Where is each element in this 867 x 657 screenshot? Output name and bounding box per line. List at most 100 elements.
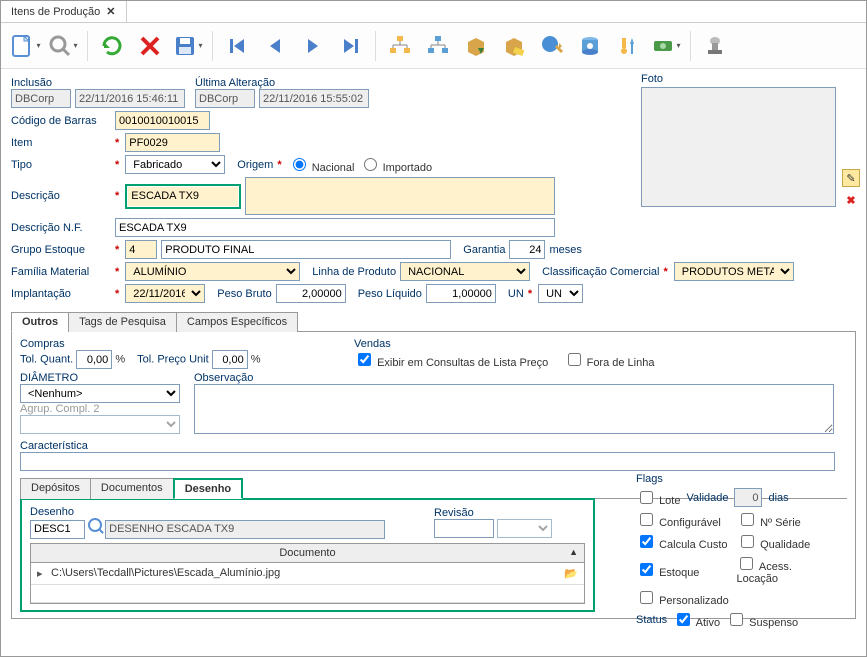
tol-preco-label: Tol. Preço Unit	[137, 354, 209, 366]
lookup-icon[interactable]	[88, 518, 102, 532]
nav-first-button[interactable]	[219, 28, 255, 64]
subtab-documentos[interactable]: Documentos	[90, 478, 174, 499]
revisao-label: Revisão	[434, 507, 474, 519]
nav-next-button[interactable]	[295, 28, 331, 64]
descricao-nf-label: Descrição N.F.	[11, 222, 111, 234]
calcula-custo-checkbox[interactable]: Calcula Custo	[636, 532, 731, 551]
save-button[interactable]: ▾	[170, 28, 206, 64]
tab-campos[interactable]: Campos Específicos	[176, 312, 298, 332]
money-button[interactable]: ▾	[648, 28, 684, 64]
descricao-input[interactable]	[128, 187, 238, 206]
delete-button[interactable]	[132, 28, 168, 64]
subtab-depositos[interactable]: Depósitos	[20, 478, 91, 499]
diametro-label: DIÂMETRO	[20, 372, 78, 384]
box-tag-button[interactable]	[496, 28, 532, 64]
close-icon[interactable]: ✕	[106, 5, 115, 18]
stamp-button[interactable]	[697, 28, 733, 64]
edit-foto-icon[interactable]: ✎	[842, 169, 860, 187]
lote-checkbox[interactable]: Lote	[636, 488, 680, 507]
tipo-select[interactable]: Fabricado	[125, 155, 225, 174]
estoque-checkbox[interactable]: Estoque	[636, 560, 730, 579]
item-input[interactable]	[125, 133, 220, 152]
desenho-code-input[interactable]	[30, 520, 85, 539]
un-label: UN	[508, 288, 524, 300]
peso-bruto-label: Peso Bruto	[217, 288, 271, 300]
grid-header-documento[interactable]: Documento ▲	[31, 544, 584, 563]
tol-quant-label: Tol. Quant.	[20, 354, 73, 366]
tab-outros[interactable]: Outros	[11, 312, 69, 332]
revisao-input[interactable]	[434, 519, 494, 538]
origem-nacional-radio[interactable]: Nacional	[288, 155, 355, 174]
desenho-label: Desenho	[30, 506, 74, 518]
agrup-label: Agrup. Compl. 2	[20, 403, 99, 415]
item-label: Item	[11, 137, 111, 149]
implantacao-label: Implantação	[11, 288, 111, 300]
acess-locacao-checkbox[interactable]: Acess. Locação	[736, 554, 836, 585]
new-button[interactable]: ▾	[7, 28, 43, 64]
cylinder-button[interactable]	[572, 28, 608, 64]
globe-tool-button[interactable]	[534, 28, 570, 64]
personalizado-checkbox[interactable]: Personalizado	[636, 588, 729, 607]
descricao-nf-input[interactable]	[115, 218, 555, 237]
hierarchy-button-2[interactable]	[420, 28, 456, 64]
garantia-input[interactable]	[509, 240, 545, 259]
un-select[interactable]: UN	[538, 284, 583, 303]
dropdown-icon: ▾	[36, 41, 40, 50]
descricao-textarea[interactable]	[245, 177, 555, 215]
caracteristica-input[interactable]	[20, 452, 835, 471]
familia-select[interactable]: ALUMÍNIO	[125, 262, 300, 281]
inclusao-ts	[75, 89, 185, 108]
nav-last-button[interactable]	[333, 28, 369, 64]
sort-icon[interactable]: ▲	[569, 547, 578, 557]
peso-bruto-input[interactable]	[276, 284, 346, 303]
qualidade-checkbox[interactable]: Qualidade	[737, 532, 810, 551]
tab-tags[interactable]: Tags de Pesquisa	[68, 312, 177, 332]
folder-open-icon[interactable]: 📂	[564, 567, 578, 580]
linha-select[interactable]: NACIONAL	[400, 262, 530, 281]
dropdown-icon: ▾	[73, 41, 77, 50]
refresh-button[interactable]	[94, 28, 130, 64]
classificacao-select[interactable]: PRODUTOS METALÚ...	[674, 262, 794, 281]
window-tab[interactable]: Itens de Produção ✕	[1, 1, 127, 22]
implantacao-date[interactable]: 22/11/2016	[125, 284, 205, 303]
linha-label: Linha de Produto	[312, 266, 396, 278]
grupo-estoque-desc[interactable]	[161, 240, 451, 259]
codigo-barras-input[interactable]	[115, 111, 210, 130]
observacao-textarea[interactable]	[194, 384, 834, 434]
origem-importado-radio[interactable]: Importado	[359, 155, 433, 174]
configure-button[interactable]	[610, 28, 646, 64]
grupo-estoque-code[interactable]	[125, 240, 157, 259]
alteracao-ts	[259, 89, 369, 108]
exibir-consultas-checkbox[interactable]: Exibir em Consultas de Lista Preço	[354, 357, 548, 369]
subtab-desenho[interactable]: Desenho	[173, 478, 243, 499]
peso-liquido-input[interactable]	[426, 284, 496, 303]
diametro-select[interactable]: <Nenhum>	[20, 384, 180, 403]
suspenso-checkbox[interactable]: Suspenso	[726, 610, 798, 629]
peso-liquido-label: Peso Líquido	[358, 288, 422, 300]
compras-label: Compras	[20, 338, 65, 350]
ativo-checkbox[interactable]: Ativo	[673, 610, 720, 629]
dropdown-icon: ▾	[198, 41, 202, 50]
flags-panel: Flags Lote Validade dias Configurável Nº…	[636, 473, 836, 632]
delete-foto-icon[interactable]: ✖	[842, 191, 860, 209]
no-serie-checkbox[interactable]: Nº Série	[737, 510, 801, 529]
box-down-button[interactable]	[458, 28, 494, 64]
inclusao-user	[11, 89, 71, 108]
tol-quant-input[interactable]	[76, 350, 112, 369]
configuravel-checkbox[interactable]: Configurável	[636, 510, 731, 529]
grid-row[interactable]: ▸ C:\Users\Tecdall\Pictures\Escada_Alumí…	[31, 563, 584, 585]
agrup-select	[20, 415, 180, 434]
window-title: Itens de Produção	[11, 6, 100, 18]
desenho-panel: Desenho Revisão Documento ▲	[20, 498, 595, 612]
hierarchy-button-1[interactable]	[382, 28, 418, 64]
tol-preco-input[interactable]	[212, 350, 248, 369]
foto-frame[interactable]	[641, 87, 836, 207]
codigo-barras-label: Código de Barras	[11, 115, 111, 127]
search-button[interactable]: ▾	[45, 28, 81, 64]
garantia-label: Garantia	[463, 244, 505, 256]
observacao-label: Observação	[194, 372, 253, 384]
classificacao-label: Classificação Comercial	[542, 266, 659, 278]
fora-linha-checkbox[interactable]: Fora de Linha	[564, 357, 655, 369]
caracteristica-label: Característica	[20, 440, 88, 452]
nav-prev-button[interactable]	[257, 28, 293, 64]
